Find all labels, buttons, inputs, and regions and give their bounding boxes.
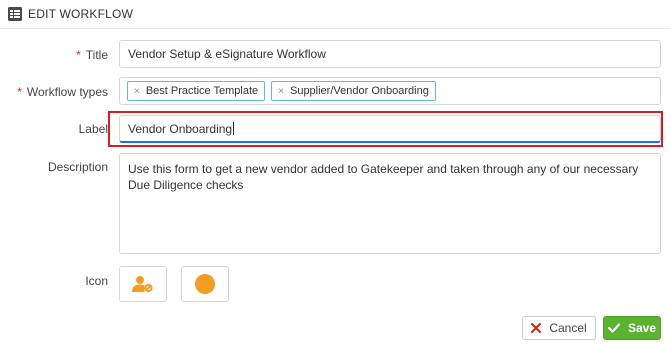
description-label: Description [47,160,108,174]
close-icon [531,323,542,333]
icon-option-user-settings[interactable] [119,266,167,302]
description-textarea[interactable]: Use this form to get a new vendor added … [119,153,661,254]
tag-best-practice-template: × Best Practice Template [127,81,266,101]
workflow-types-label: * Workflow types [17,85,108,99]
required-marker: * [76,48,81,62]
label-value: Vendor Onboarding [128,121,233,136]
circle-icon [195,274,215,294]
description-value: Use this form to get a new vendor added … [128,162,639,192]
grid-icon [8,7,22,21]
save-button[interactable]: Save [603,316,661,340]
label-input[interactable]: Vendor Onboarding [119,115,661,143]
icon-option-circle[interactable] [181,266,229,302]
title-label: * Title [76,48,108,62]
title-input[interactable]: Vendor Setup & eSignature Workflow [119,40,661,68]
panel-header: EDIT WORKFLOW [0,0,670,29]
cancel-label: Cancel [549,321,587,335]
user-settings-icon [132,276,153,292]
workflow-types-select[interactable]: × Best Practice Template × Supplier/Vend… [119,77,661,105]
icon-label: Icon [85,274,108,288]
text-caret [233,122,235,135]
remove-tag-icon[interactable]: × [278,86,284,97]
tag-supplier-vendor-onboarding: × Supplier/Vendor Onboarding [271,81,436,101]
label-field-label: Label [78,122,108,136]
required-marker: * [17,85,22,99]
check-icon [607,323,620,333]
cancel-button[interactable]: Cancel [522,316,596,340]
remove-tag-icon[interactable]: × [134,86,140,97]
save-label: Save [627,321,657,335]
title-value: Vendor Setup & eSignature Workflow [128,47,326,61]
page-title: EDIT WORKFLOW [28,7,134,21]
